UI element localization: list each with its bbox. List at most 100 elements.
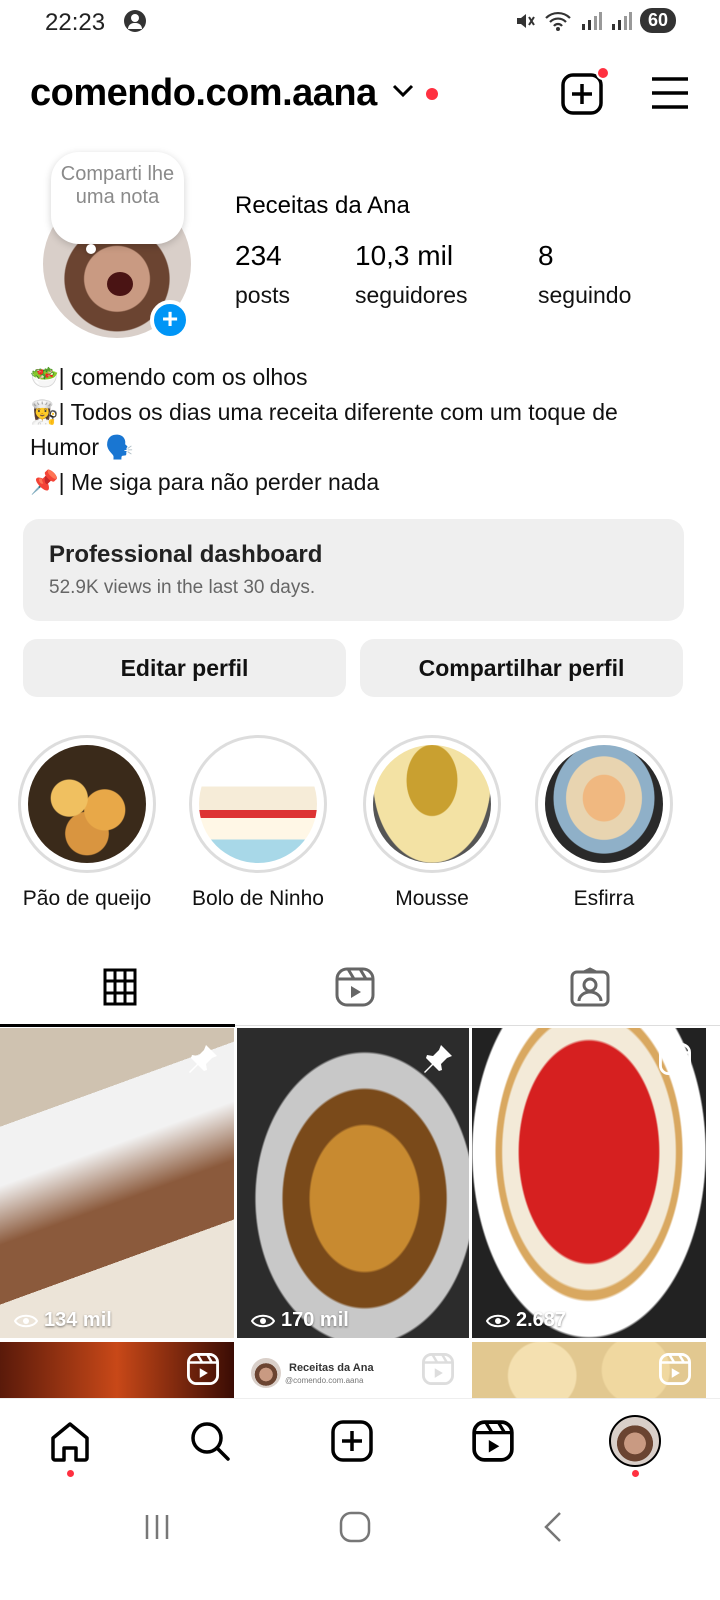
posts-count: 234 [235,240,282,271]
highlight-label: Bolo de Ninho [192,887,324,910]
bio: 🥗| comendo com os olhos 👩‍🍳| Todos os di… [30,360,690,500]
bio-line: 📌| Me siga para não perder nada [30,469,380,495]
home-icon [51,1422,89,1462]
create-notification-dot [596,66,610,80]
highlight-ring [18,735,156,873]
search-icon [191,1422,230,1461]
followers-label: seguidores [355,282,468,308]
post-tile[interactable]: 170 mil [237,1028,469,1338]
nav-profile[interactable] [607,1413,663,1477]
followers-count: 10,3 mil [355,240,454,271]
following-count: 8 [538,240,554,271]
profile-tabs [0,948,720,1027]
username-switcher[interactable]: comendo.com.aana [30,72,377,115]
highlight-pao-de-queijo[interactable]: Pão de queijo [17,735,157,911]
tab-reels[interactable] [235,948,475,1026]
stat-followers[interactable]: 10,3 mil seguidores [355,240,468,309]
stat-posts[interactable]: 234 posts [235,240,290,309]
bottom-nav [0,1398,720,1490]
plus-square-icon [561,73,603,115]
mute-icon [516,13,535,28]
recents-icon[interactable] [142,1512,172,1542]
highlight-mousse[interactable]: Mousse [362,735,502,911]
nav-reels[interactable] [465,1413,521,1469]
profile-avatar-small [609,1415,661,1467]
view-count-text: 170 mil [281,1309,349,1331]
highlight-esfirra[interactable]: Esfirra [534,735,674,911]
bio-line: 👩‍🍳| Todos os dias uma receita diferente… [30,399,618,460]
note-bubble[interactable]: Comparti lhe uma nota [51,152,184,244]
share-profile-button[interactable]: Compartilhar perfil [360,639,683,697]
highlight-image [28,745,146,863]
highlight-ring [189,735,327,873]
profile-header: comendo.com.aana [30,66,690,122]
reels-icon [472,1420,514,1462]
highlight-label: Esfirra [573,887,635,910]
stat-following[interactable]: 8 seguindo [538,240,631,309]
pin-icon [424,1045,452,1073]
system-nav-bar [0,1490,720,1600]
card-name: Receitas da Ana [289,1362,374,1374]
tab-tagged[interactable] [470,948,710,1026]
highlight-ring [363,735,501,873]
post-tile[interactable]: Receitas da Ana @comendo.com.aana [237,1342,469,1398]
reels-icon [422,1353,454,1385]
profile-notification-dot [632,1470,639,1477]
home-circle-icon[interactable] [338,1510,372,1544]
battery-indicator: 60 [639,8,676,33]
tab-grid[interactable] [0,948,240,1027]
eye-icon [486,1314,510,1327]
card-avatar [251,1358,281,1388]
wifi-icon [545,11,571,31]
card-handle: @comendo.com.aana [285,1376,364,1385]
pin-icon [189,1045,217,1073]
posts-label: posts [235,282,290,308]
highlight-bolo-de-ninho[interactable]: Bolo de Ninho [188,735,328,911]
highlight-image [545,745,663,863]
reels-icon [659,1353,691,1385]
dashboard-title: Professional dashboard [49,541,323,568]
view-count: 134 mil [14,1309,112,1332]
view-count-text: 134 mil [44,1309,112,1331]
eye-icon [251,1314,275,1327]
highlight-image [373,745,491,863]
dashboard-subtitle: 52.9K views in the last 30 days. [49,577,316,598]
status-bar: 22:23 60 [0,0,720,48]
avatar-mouth [107,272,133,296]
view-count: 170 mil [251,1309,349,1332]
grid-icon [103,968,137,1006]
status-time: 22:23 [45,9,106,36]
highlight-label: Mousse [395,887,469,910]
add-story-button[interactable]: + [150,300,190,340]
signal-icon-1 [581,11,602,30]
account-status-icon [124,10,146,32]
post-tile[interactable]: 134 mil [0,1028,234,1338]
view-count: 2.687 [486,1309,566,1332]
reels-icon [659,1043,691,1075]
highlight-image [199,745,317,863]
note-bubble-tail [86,244,96,254]
chevron-down-icon[interactable] [392,84,414,98]
reels-icon [335,967,375,1007]
post-tile[interactable] [0,1342,234,1398]
edit-profile-button[interactable]: Editar perfil [23,639,346,697]
post-tile[interactable] [472,1342,706,1398]
professional-dashboard[interactable]: Professional dashboard 52.9K views in th… [23,519,684,621]
home-notification-dot [67,1470,74,1477]
plus-square-icon [331,1420,373,1462]
nav-home[interactable] [42,1413,98,1477]
nav-search[interactable] [182,1413,238,1469]
create-button[interactable] [560,66,610,121]
following-label: seguindo [538,282,632,308]
back-icon[interactable] [540,1510,566,1544]
view-count-text: 2.687 [516,1309,567,1331]
post-tile[interactable]: 2.687 [472,1028,706,1338]
bio-line: 🥗| comendo com os olhos [30,364,308,390]
menu-icon[interactable] [650,76,690,110]
notification-dot [426,88,438,100]
status-icons: 60 [514,8,676,33]
display-name: Receitas da Ana [235,192,410,219]
signal-icon-2 [611,11,632,30]
nav-create[interactable] [324,1413,380,1469]
reels-icon [187,1353,219,1385]
